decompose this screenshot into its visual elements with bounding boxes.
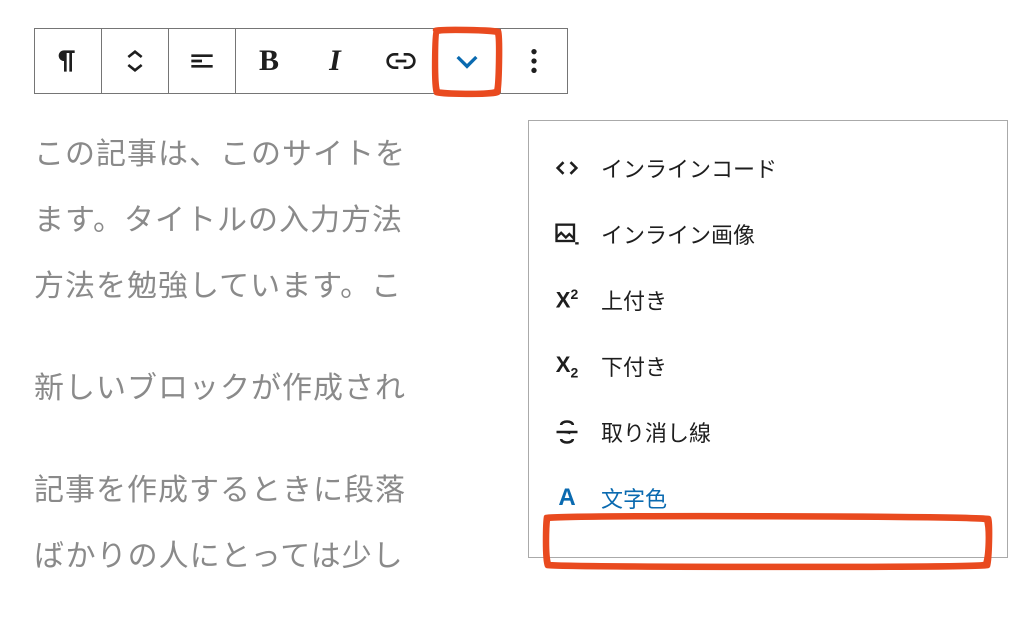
move-updown-button[interactable]	[102, 29, 168, 93]
paragraph-text: ます。タイトルの入力方法	[34, 204, 403, 237]
dropdown-item-label: インライン画像	[601, 218, 755, 250]
pilcrow-icon	[52, 45, 84, 77]
dropdown-item-label: 文字色	[601, 482, 667, 514]
more-vertical-icon	[518, 45, 550, 77]
italic-button[interactable]: I	[302, 29, 368, 93]
link-button[interactable]	[368, 29, 434, 93]
dropdown-item-label: 取り消し線	[601, 416, 711, 448]
block-toolbar: B I	[34, 28, 568, 94]
text-color-icon: A	[553, 484, 581, 512]
code-icon	[553, 154, 581, 182]
bold-icon: B	[259, 44, 279, 78]
highlight-scribble-icon	[429, 24, 505, 100]
dropdown-item-text-color[interactable]: A 文字色	[529, 465, 1007, 531]
italic-icon: I	[329, 44, 341, 78]
paragraph-text: 方法を勉強しています。こ	[34, 270, 402, 303]
dropdown-item-superscript[interactable]: X2 上付き	[529, 267, 1007, 333]
paragraph-text: この記事は、このサイトを	[34, 138, 406, 171]
link-icon	[385, 45, 417, 77]
dropdown-item-label: インラインコード	[601, 152, 777, 184]
formatting-dropdown: インラインコード インライン画像 X2 上付き X2 下付き 取り消し線 A 文…	[528, 120, 1008, 558]
align-button[interactable]	[169, 29, 235, 93]
superscript-icon: X2	[553, 286, 581, 314]
dropdown-item-inline-code[interactable]: インラインコード	[529, 135, 1007, 201]
options-button[interactable]	[501, 29, 567, 93]
image-icon	[553, 220, 581, 248]
align-left-icon	[186, 45, 218, 77]
bold-button[interactable]: B	[236, 29, 302, 93]
paragraph-text: 記事を作成するときに段落	[34, 474, 406, 507]
dropdown-item-label: 上付き	[601, 284, 667, 316]
dropdown-item-inline-image[interactable]: インライン画像	[529, 201, 1007, 267]
dropdown-item-strikethrough[interactable]: 取り消し線	[529, 399, 1007, 465]
more-formatting-button[interactable]	[434, 29, 500, 93]
paragraph-block-button[interactable]	[35, 29, 101, 93]
dropdown-item-subscript[interactable]: X2 下付き	[529, 333, 1007, 399]
strikethrough-icon	[553, 418, 581, 446]
chevron-updown-icon	[119, 45, 151, 77]
dropdown-item-label: 下付き	[601, 350, 667, 382]
subscript-icon: X2	[553, 352, 581, 380]
paragraph-text: ばかりの人にとっては少し	[34, 540, 404, 573]
paragraph-text: 新しいブロックが作成され	[34, 372, 406, 405]
